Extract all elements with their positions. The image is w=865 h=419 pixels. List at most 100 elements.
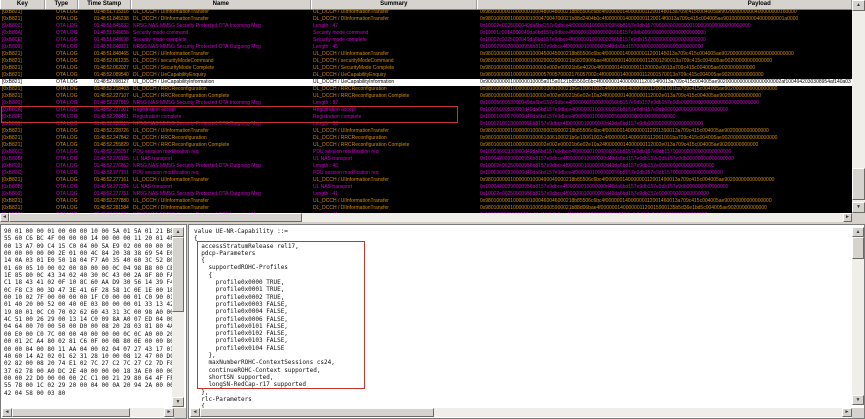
log-row[interactable]: [0xB809] OTA LOG 01:48:52.276852 NR5G NAS M…: [0, 163, 852, 170]
scroll-right-icon[interactable]: ►: [842, 408, 852, 417]
log-rows: [0xB821] OTA LOG 01:48:51.715316 UL_DCCH / …: [0, 9, 852, 213]
cell-summary: PDU session modification req: [313, 170, 379, 176]
log-row[interactable]: [0xB821] OTA LOG 01:48:52.277880 UL_DCCH / …: [0, 198, 852, 205]
log-row[interactable]: [0xB80A] OTA LOG 01:48:52.227901 Registrati…: [0, 107, 852, 114]
log-row[interactable]: [0xB80E] OTA LOG 01:48:52.228451 Registrati…: [0, 114, 852, 121]
cell-payload: 0x9801000001000000100061006100021b6e1006…: [480, 135, 778, 141]
scroll-up-icon[interactable]: ▲: [172, 227, 184, 237]
log-row[interactable]: [0xB821] OTA LOG 01:48:52.228726 UL_DCCH / …: [0, 128, 852, 135]
log-row[interactable]: [0xB821] OTA LOG 01:48:51.845238 DL_DCCH / …: [0, 16, 852, 23]
scroll-up-icon[interactable]: ▲: [852, 227, 864, 237]
scroll-down-icon[interactable]: ▼: [852, 202, 865, 213]
decode-line: profile0x0003 FALSE,: [194, 300, 288, 308]
decode-line: supportedROHC-Profiles: [194, 264, 288, 272]
cell-key: [0xB821]: [2, 16, 22, 22]
hex-vscrollbar-thumb[interactable]: [172, 237, 184, 312]
log-row[interactable]: [0xB80A] OTA LOG 01:48:51.845656 Security m…: [0, 30, 852, 37]
scroll-right-icon[interactable]: ►: [164, 408, 174, 417]
log-row[interactable]: [0xB821] OTA LOG 01:48:51.715316 UL_DCCH / …: [0, 9, 852, 16]
cell-payload: 0x98010000010000001000460046000218b85506…: [480, 198, 772, 204]
cell-payload: 0x10004200390000956b8157e9dbce4f00000010…: [480, 184, 729, 190]
hex-line: 1E 85 80 0C 43 34 02 40 30 0C 43 00 2A 8…: [4, 272, 174, 280]
log-row[interactable]: [0xB800] OTA LOG 01:48:52.227819 NR5G NAS M…: [0, 100, 852, 107]
cell-name: Security mode command: [133, 30, 189, 36]
log-row[interactable]: [0xB821] OTA LOG 01:48:52.255829 UL_DCCH / …: [0, 142, 852, 149]
cell-time: 01:48:52.277324: [94, 184, 129, 190]
decode-hscrollbar-thumb[interactable]: [200, 408, 434, 417]
cell-key: [0xB80A]: [2, 107, 23, 113]
cell-payload: 0x900100000100000010005a015a0121b85560c6…: [480, 79, 851, 85]
log-row[interactable]: [0xB800] OTA LOG 01:48:51.845632 NR5G NAS M…: [0, 23, 852, 30]
cell-type: OTA LOG: [56, 191, 78, 197]
log-row[interactable]: [0xB821] OTA LOG 01:48:52.218403 DL_DCCH / …: [0, 86, 852, 93]
scroll-left-icon[interactable]: ◄: [2, 408, 12, 417]
log-row[interactable]: [0xB821] OTA LOG 01:48:52.089540 DL_DCCH / …: [0, 72, 852, 79]
log-row[interactable]: [0xB821] OTA LOG 01:48:52.277161 UL_DCCH / …: [0, 177, 852, 184]
column-header-timestamp[interactable]: Time Stamp: [77, 0, 131, 9]
column-header-summary[interactable]: Summary: [311, 0, 477, 9]
cell-key: [0xB80C]: [2, 170, 23, 176]
log-row[interactable]: [0xB80B] OTA LOG 01:48:52.276185 UL NAS tra…: [0, 156, 852, 163]
column-header-payload[interactable]: Payload: [476, 0, 853, 9]
column-header-name[interactable]: Name: [130, 0, 312, 9]
log-row[interactable]: [0xB80C] OTA LOG 01:48:52.277131 PDU sessio…: [0, 170, 852, 177]
cell-key: [0xB80C]: [2, 149, 23, 155]
log-row[interactable]: [0xB821] OTA LOG 01:48:52.247842 DL_DCCH / …: [0, 135, 852, 142]
log-row[interactable]: [0xB821] OTA LOG 01:48:52.227107 UL_DCCH / …: [0, 93, 852, 100]
log-row[interactable]: [0xB80C] OTA LOG 01:48:52.275057 PDU sessio…: [0, 149, 852, 156]
log-row[interactable]: [0xB80E] OTA LOG 01:48:51.848698 Security m…: [0, 37, 852, 44]
log-row[interactable]: [0xB821] OTA LOG 01:48:52.281584 DL_DCCH / …: [0, 205, 852, 212]
column-header-type[interactable]: Type: [44, 0, 78, 9]
log-row[interactable]: [0xB821] OTA LOG 01:48:52.061235 DL_DCCH / …: [0, 58, 852, 65]
log-row[interactable]: [0xB809] OTA LOG 01:48:51.848321 NR5G NAS M…: [0, 44, 852, 51]
table-hscrollbar-thumb[interactable]: [9, 213, 302, 222]
decode-vscrollbar-thumb[interactable]: [852, 237, 864, 259]
scroll-right-icon[interactable]: ►: [843, 213, 852, 222]
cell-payload: 0x10001c0014000049da6bd157e9dbce4f000000…: [480, 30, 706, 36]
log-row[interactable]: [0xB809] OTA LOG 01:48:52.228616 NR5G NAS M…: [0, 121, 852, 128]
log-row[interactable]: [0xB821] OTA LOG 01:48:52.062027 UL_DCCH / …: [0, 65, 852, 72]
cell-time: 01:48:52.247842: [94, 135, 129, 141]
hex-hscrollbar-thumb[interactable]: [12, 408, 130, 417]
column-header-key[interactable]: Key: [0, 0, 45, 9]
scroll-down-icon[interactable]: ▼: [852, 395, 864, 405]
scroll-left-icon[interactable]: ◄: [190, 408, 200, 417]
cell-time: 01:48:52.277751: [94, 191, 129, 197]
scroll-up-icon[interactable]: ▲: [852, 0, 865, 11]
decode-line: profile0x0103 FALSE,: [194, 337, 288, 345]
cell-time: 01:48:52.227819: [94, 100, 129, 106]
hex-line: 00 10 02 7F 00 00 00 00 1F C0 00 00 01 C…: [4, 294, 174, 302]
decode-line: maxNumberROHC-ContextSessions cs24,: [194, 359, 335, 367]
cell-payload: 0x9801000001000000100059005900021b88d06b…: [480, 205, 767, 211]
cell-type: OTA LOG: [56, 177, 78, 183]
cell-name: UL_DCCH / RRCReconfiguration Complete: [133, 142, 230, 148]
cell-summary: DL_DCCH / securityModeCommand: [313, 58, 394, 64]
log-row[interactable]: [0xB80B] OTA LOG 01:48:52.277324 UL NAS tra…: [0, 184, 852, 191]
cell-name: NR5G NAS MM5G Security Protected OTA Out…: [133, 191, 261, 197]
cell-payload: 0x10005600530000d49da6bd157e9dbce4f00000…: [480, 107, 729, 113]
cell-key: [0xB80A]: [2, 30, 23, 36]
hex-dump-content: 90 01 00 00 01 00 00 00 10 00 5A 01 5A 0…: [4, 228, 174, 397]
log-row[interactable]: [0xB809] OTA LOG 01:48:52.277751 NR5G NAS M…: [0, 191, 852, 198]
scroll-down-icon[interactable]: ▼: [172, 397, 184, 407]
cell-time: 01:48:52.228726: [94, 128, 129, 134]
cell-summary: UL NAS transport: [313, 184, 352, 190]
cell-payload: 0x9801000001000000100047004700021b88d240…: [480, 16, 799, 22]
cell-summary: Length : 45: [313, 44, 339, 50]
cell-key: [0xB821]: [2, 86, 22, 92]
cell-key: [0xB821]: [2, 58, 22, 64]
cell-time: 01:48:52.228451: [94, 114, 129, 120]
scroll-left-icon[interactable]: ◄: [0, 213, 9, 222]
cell-time: 01:48:51.715316: [94, 9, 129, 15]
log-row[interactable]: [0xB821] OTA LOG 01:48:51.848465 UL_DCCH / …: [0, 51, 852, 58]
cell-time: 01:48:52.228616: [94, 121, 129, 127]
table-vscrollbar-thumb[interactable]: [852, 168, 865, 200]
cell-time: 01:48:52.255829: [94, 142, 129, 148]
log-row-selected[interactable]: [0xB821] OTA LOG 01:48:52.098127 UL_DCCH / …: [0, 79, 852, 86]
decode-line: value UE-NR-Capability ::=: [194, 228, 288, 235]
cell-summary: DL_DCCH / RRCReconfiguration: [313, 135, 387, 141]
hex-line: 55 60 C6 BC 4F 00 00 00 14 00 00 00 11 2…: [4, 235, 174, 243]
hex-line: 42 04 58 00 03 80: [4, 389, 66, 397]
cell-key: [0xB821]: [2, 93, 22, 99]
decode-line: profile0x0001 TRUE,: [194, 286, 285, 294]
